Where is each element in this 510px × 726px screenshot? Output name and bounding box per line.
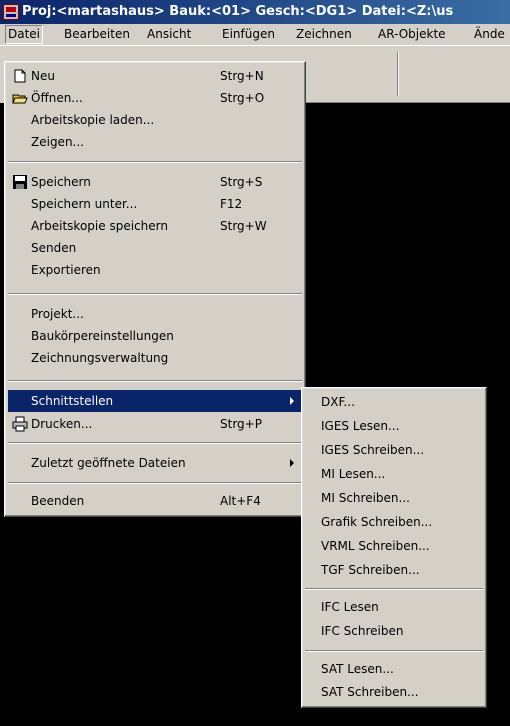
menu-item-label: Projekt...	[31, 307, 84, 321]
menu-separator	[8, 161, 302, 163]
menu-separator	[8, 293, 302, 295]
menu-item-zuletzt-geoeffnete-dateien[interactable]: Zuletzt geöffnete Dateien	[8, 452, 302, 474]
menu-item-label: Speichern	[31, 175, 91, 189]
submenu-arrow-icon	[290, 397, 294, 405]
menu-item-label: Zeigen...	[31, 135, 84, 149]
menu-item-zeigen[interactable]: Zeigen...	[8, 131, 302, 153]
menu-einfuegen[interactable]: Einfügen	[222, 27, 275, 41]
menu-item-label: VRML Schreiben...	[321, 539, 430, 553]
menu-item-label: Arbeitskopie speichern	[31, 219, 168, 233]
menu-item-shortcut: Strg+P	[220, 417, 262, 431]
menu-ansicht[interactable]: Ansicht	[147, 27, 191, 41]
menu-item-label: Zeichnungsverwaltung	[31, 351, 169, 365]
menu-item-beenden[interactable]: Beenden Alt+F4	[8, 490, 302, 512]
menu-item-senden[interactable]: Senden	[8, 237, 302, 259]
submenu-item-iges-schreiben[interactable]: IGES Schreiben...	[305, 439, 483, 461]
title-bar: Proj:<martashaus> Bauk:<01> Gesch:<DG1> …	[0, 0, 510, 24]
menu-item-label: SAT Schreiben...	[321, 685, 419, 699]
menu-item-label: MI Schreiben...	[321, 491, 410, 505]
menu-item-label: Baukörpereinstellungen	[31, 329, 174, 343]
menu-bearbeiten[interactable]: Bearbeiten	[64, 27, 130, 41]
menu-item-baukoerpereinstellungen[interactable]: Baukörpereinstellungen	[8, 325, 302, 347]
menu-item-label: IFC Lesen	[321, 600, 379, 614]
menu-item-label: Speichern unter...	[31, 197, 138, 211]
menu-separator	[8, 482, 302, 484]
submenu-item-mi-lesen[interactable]: MI Lesen...	[305, 463, 483, 485]
open-folder-icon	[12, 94, 28, 104]
submenu-item-vrml-schreiben[interactable]: VRML Schreiben...	[305, 535, 483, 557]
menu-item-label: Neu	[31, 69, 55, 83]
submenu-item-dxf[interactable]: DXF...	[305, 391, 483, 413]
menu-item-neu[interactable]: Neu Strg+N	[8, 65, 302, 87]
menu-aendern[interactable]: Ände	[474, 27, 505, 41]
menu-item-label: IFC Schreiben	[321, 624, 404, 638]
schnittstellen-submenu: DXF... IGES Lesen... IGES Schreiben... M…	[301, 387, 487, 708]
menu-item-label: Arbeitskopie laden...	[31, 113, 155, 127]
menu-item-exportieren[interactable]: Exportieren	[8, 259, 302, 281]
menu-separator	[305, 650, 483, 652]
menu-ar-objekte[interactable]: AR-Objekte	[378, 27, 446, 41]
menu-separator	[8, 380, 302, 382]
submenu-item-iges-lesen[interactable]: IGES Lesen...	[305, 415, 483, 437]
menu-item-shortcut: Alt+F4	[220, 494, 261, 508]
menu-item-shortcut: Strg+S	[220, 175, 263, 189]
menu-item-schnittstellen[interactable]: Schnittstellen	[8, 390, 302, 412]
submenu-item-mi-schreiben[interactable]: MI Schreiben...	[305, 487, 483, 509]
menu-item-speichern[interactable]: Speichern Strg+S	[8, 171, 302, 193]
menu-item-label: Zuletzt geöffnete Dateien	[31, 456, 186, 470]
menu-item-label: Exportieren	[31, 263, 101, 277]
menu-item-speichern-unter[interactable]: Speichern unter... F12	[8, 193, 302, 215]
menu-item-label: Drucken...	[31, 417, 93, 431]
submenu-item-sat-lesen[interactable]: SAT Lesen...	[305, 658, 483, 680]
file-menu: Neu Strg+N Öffnen... Strg+O Arbeitskopie…	[4, 61, 306, 517]
submenu-item-grafik-schreiben[interactable]: Grafik Schreiben...	[305, 511, 483, 533]
menu-zeichnen[interactable]: Zeichnen	[296, 27, 352, 41]
toolbar	[305, 46, 510, 103]
menu-item-shortcut: Strg+W	[220, 219, 267, 233]
menu-item-label: SAT Lesen...	[321, 662, 394, 676]
app-icon[interactable]	[3, 4, 19, 20]
floppy-disk-icon	[13, 175, 27, 189]
menu-item-arbeitskopie-speichern[interactable]: Arbeitskopie speichern Strg+W	[8, 215, 302, 237]
menu-item-label: IGES Lesen...	[321, 419, 400, 433]
menu-separator	[305, 588, 483, 590]
menu-separator	[8, 442, 302, 444]
submenu-item-tgf-schreiben[interactable]: TGF Schreiben...	[305, 559, 483, 581]
menu-item-label: Beenden	[31, 494, 85, 508]
menu-bar: Datei Bearbeiten Ansicht Einfügen Zeichn…	[0, 24, 510, 46]
submenu-arrow-icon	[290, 459, 294, 467]
toolbar-separator	[397, 52, 399, 96]
menu-item-shortcut: Strg+O	[220, 91, 265, 105]
submenu-item-sat-schreiben[interactable]: SAT Schreiben...	[305, 681, 483, 703]
menu-item-shortcut: F12	[220, 197, 243, 211]
window-title: Proj:<martashaus> Bauk:<01> Gesch:<DG1> …	[22, 4, 454, 19]
menu-item-shortcut: Strg+N	[220, 69, 264, 83]
menu-item-projekt[interactable]: Projekt...	[8, 303, 302, 325]
menu-item-label: TGF Schreiben...	[321, 563, 420, 577]
menu-item-drucken[interactable]: Drucken... Strg+P	[8, 413, 302, 435]
submenu-item-ifc-schreiben[interactable]: IFC Schreiben	[305, 620, 483, 642]
menu-item-arbeitskopie-laden[interactable]: Arbeitskopie laden...	[8, 109, 302, 131]
menu-item-label: MI Lesen...	[321, 467, 386, 481]
submenu-item-ifc-lesen[interactable]: IFC Lesen	[305, 596, 483, 618]
menu-item-label: Schnittstellen	[31, 394, 114, 408]
menu-item-label: IGES Schreiben...	[321, 443, 425, 457]
menu-item-label: Senden	[31, 241, 77, 255]
menu-datei[interactable]: Datei	[5, 25, 44, 44]
menu-item-label: DXF...	[321, 395, 355, 409]
menu-item-oeffnen[interactable]: Öffnen... Strg+O	[8, 87, 302, 109]
menu-item-label: Öffnen...	[31, 91, 83, 105]
menu-item-zeichnungsverwaltung[interactable]: Zeichnungsverwaltung	[8, 347, 302, 369]
new-document-icon	[14, 69, 26, 83]
printer-icon	[12, 416, 28, 432]
menu-item-label: Grafik Schreiben...	[321, 515, 433, 529]
